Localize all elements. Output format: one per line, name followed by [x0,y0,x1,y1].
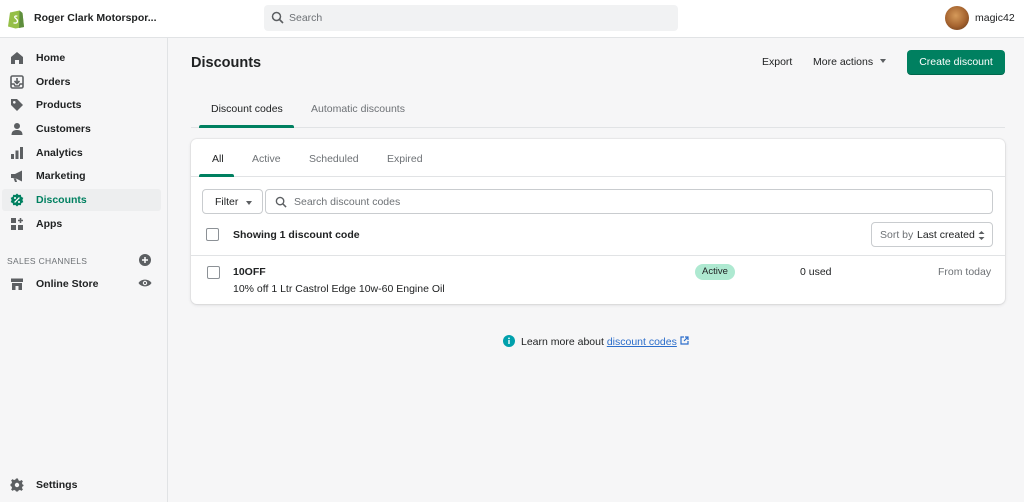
learn-more: Learn more about discount codes [503,335,689,348]
discount-description: 10% off 1 Ltr Castrol Edge 10w-60 Engine… [233,283,445,295]
info-icon [503,335,515,347]
row-checkbox[interactable] [207,266,220,279]
sidebar-item-products[interactable]: Products [2,94,161,116]
sidebar-item-label: Customers [36,123,91,135]
active-dates: From today [938,266,992,278]
discount-code[interactable]: 10OFF [233,266,266,278]
sort-select[interactable]: Sort by Last created [871,222,993,247]
sidebar-item-marketing[interactable]: Marketing [2,165,161,187]
sidebar-item-orders[interactable]: Orders [2,71,161,93]
global-search[interactable]: Search [264,5,678,31]
sidebar-item-label: Discounts [36,194,87,206]
status-filter-tabs: All Active Scheduled Expired [191,139,1005,177]
caret-down-icon [880,59,887,63]
select-all-checkbox[interactable] [206,228,219,241]
tab-scheduled[interactable]: Scheduled [309,153,359,165]
sidebar-item-label: Settings [36,479,78,491]
external-link-icon [680,336,689,345]
showing-count: Showing 1 discount code [233,229,360,241]
sidebar-item-label: Orders [36,76,71,88]
orders-icon [10,75,24,89]
store-icon [11,278,23,290]
sidebar-item-analytics[interactable]: Analytics [2,142,161,164]
sort-arrows-icon [978,231,985,240]
sidebar-item-label: Analytics [36,147,83,159]
more-actions-label: More actions [813,56,874,68]
tab-discount-codes[interactable]: Discount codes [211,103,283,115]
tab-automatic-discounts[interactable]: Automatic discounts [311,103,405,115]
sidebar-item-discounts[interactable]: Discounts [2,189,161,211]
sidebar-item-label: Apps [36,218,63,230]
discounts-card: All Active Scheduled Expired Filter Sear… [191,139,1005,304]
sort-prefix: Sort by [880,229,914,241]
tab-all[interactable]: All [212,153,224,165]
caret-down-icon [246,201,252,205]
gear-icon [10,478,24,492]
bar-chart-icon [11,147,23,159]
avatar[interactable] [945,6,969,30]
apps-icon [11,218,23,230]
person-icon [11,123,23,135]
tag-icon [11,99,23,111]
filter-label: Filter [215,196,239,208]
search-icon [275,196,287,208]
sort-value: Last created [917,229,975,241]
sidebar-item-label: Home [36,52,66,64]
top-bar: Roger Clark Motorspor... Search magic42 [0,0,1024,38]
more-actions-button[interactable]: More actions [813,56,887,68]
sidebar-item-label: Marketing [36,170,86,182]
divider [191,255,1005,256]
export-button[interactable]: Export [762,56,792,68]
sidebar-item-label: Products [36,99,82,111]
status-badge: Active [695,264,735,280]
search-placeholder: Search discount codes [294,196,401,208]
store-name[interactable]: Roger Clark Motorspor... [34,12,157,24]
sidebar-item-settings[interactable]: Settings [2,474,161,496]
sidebar-item-apps[interactable]: Apps [2,213,161,235]
home-icon [11,52,23,64]
learn-more-text: Learn more about [521,336,607,348]
search-discount-codes-input[interactable]: Search discount codes [265,189,993,214]
active-filter-indicator [199,174,234,177]
usage-count: 0 used [800,266,832,278]
page-title: Discounts [191,55,262,71]
sidebar-item-customers[interactable]: Customers [2,118,161,140]
active-tab-indicator [199,125,294,128]
username[interactable]: magic42 [975,12,1015,24]
megaphone-icon [11,170,22,182]
search-icon [271,11,284,24]
filter-button[interactable]: Filter [202,189,263,214]
eye-icon[interactable] [138,278,152,288]
discount-type-tabs: Discount codes Automatic discounts [191,92,1005,128]
tab-active[interactable]: Active [252,153,281,165]
discount-icon [10,193,24,207]
discount-codes-link[interactable]: discount codes [607,336,677,348]
sidebar: Home Orders Products Customers Analytics [0,38,168,502]
tab-expired[interactable]: Expired [387,153,423,165]
sales-channels-heading: SALES CHANNELS [7,256,88,266]
create-discount-button[interactable]: Create discount [907,50,1005,75]
sidebar-item-label: Online Store [36,278,99,290]
sidebar-item-home[interactable]: Home [2,47,161,69]
search-placeholder: Search [289,12,323,24]
shopify-logo-icon[interactable] [7,8,25,29]
add-channel-icon[interactable] [139,254,151,266]
